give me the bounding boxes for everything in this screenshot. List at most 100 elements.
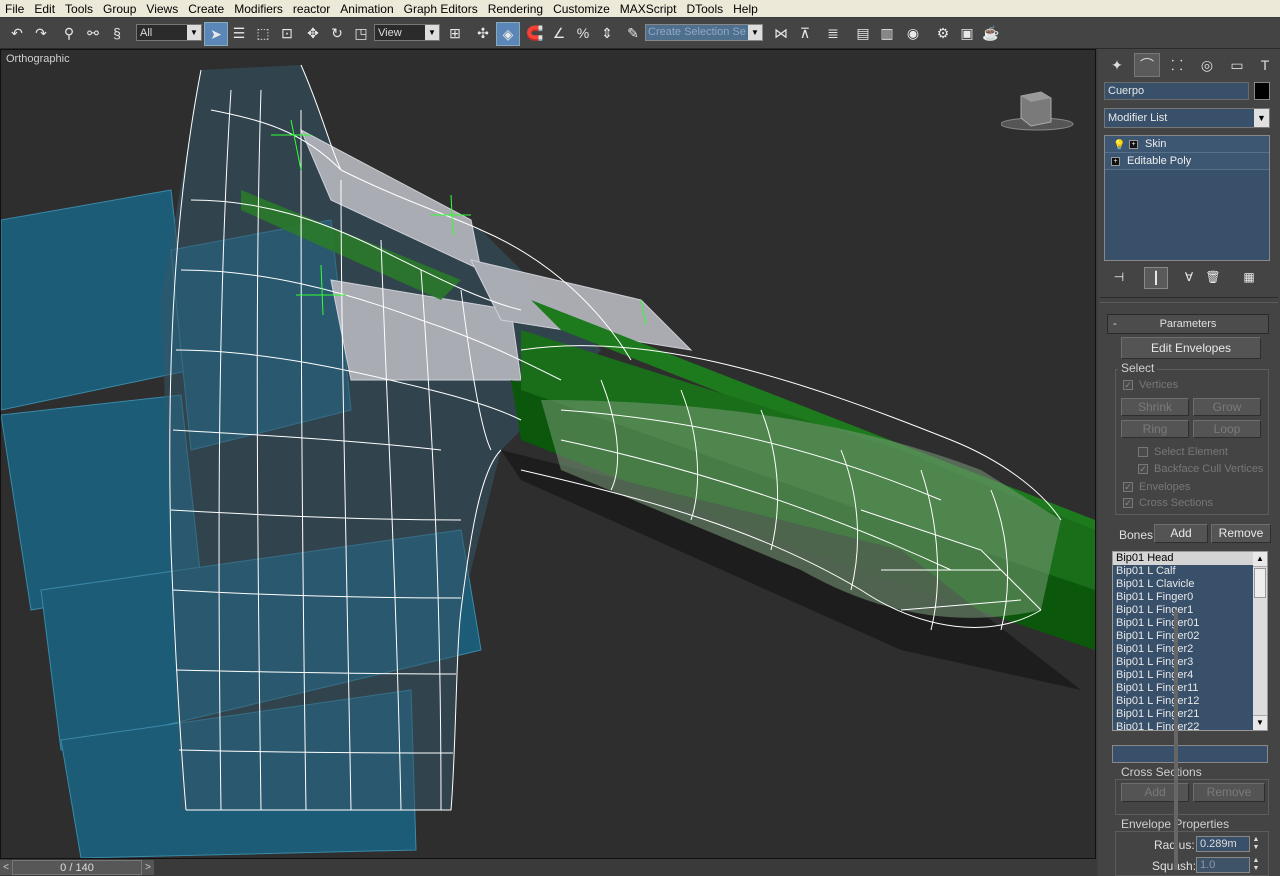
select-link-icon[interactable]: ⚲ [58, 22, 80, 44]
redo-icon[interactable]: ↷ [30, 22, 52, 44]
parameters-rollout-header[interactable]: - Parameters [1107, 314, 1269, 334]
menu-animation[interactable]: Animation [335, 2, 398, 16]
object-name-field[interactable]: Cuerpo [1104, 82, 1249, 100]
edit-named-selection-icon[interactable]: ✎ [622, 22, 644, 44]
cross-section-remove-button[interactable]: Remove [1193, 783, 1265, 802]
motion-tab-icon[interactable]: ◎ [1194, 53, 1220, 77]
select-by-name-icon[interactable]: ☰ [228, 22, 250, 44]
ref-coord-dropdown[interactable]: View ▼ [374, 24, 440, 41]
modify-tab-icon[interactable]: ⌒ [1134, 53, 1160, 77]
scale-icon[interactable]: ◳ [350, 22, 372, 44]
list-item[interactable]: Bip01 L Finger21 [1113, 708, 1267, 721]
menu-maxscript[interactable]: MAXScript [615, 2, 682, 16]
show-end-result-icon[interactable]: ┃ [1144, 267, 1168, 289]
select-element-checkbox[interactable] [1138, 447, 1148, 457]
backface-cull-checkbox[interactable]: ✓ [1138, 464, 1148, 474]
loop-button[interactable]: Loop [1193, 420, 1261, 438]
spinner-arrows-icon[interactable]: ▲ ▼ [1251, 857, 1261, 873]
utilities-tab-icon[interactable]: T [1252, 53, 1278, 77]
cross-sections-checkbox[interactable]: ✓ [1123, 498, 1133, 508]
undo-icon[interactable]: ↶ [6, 22, 28, 44]
create-tab-icon[interactable]: ✦ [1104, 53, 1130, 77]
list-item[interactable]: Bip01 L Calf [1113, 565, 1267, 578]
render-frame-window-icon[interactable]: ▣ [956, 22, 978, 44]
layer-manager-icon[interactable]: ≣ [822, 22, 844, 44]
keyboard-shortcut-override-icon[interactable]: ◈ [496, 22, 520, 46]
scroll-thumb[interactable] [1254, 568, 1266, 598]
configure-modifier-sets-icon[interactable]: ▦ [1238, 267, 1260, 287]
rect-selection-region-icon[interactable]: ⬚ [252, 22, 274, 44]
menu-file[interactable]: File [0, 2, 29, 16]
select-object-icon[interactable]: ➤ [204, 22, 228, 46]
remove-modifier-icon[interactable]: 🗑 [1202, 267, 1224, 287]
named-selection-input[interactable]: Create Selection Se ▼ [645, 24, 763, 41]
expand-icon[interactable]: + [1111, 157, 1120, 166]
modifier-list-dropdown[interactable]: Modifier List ▼ [1104, 108, 1270, 128]
selection-filter-dropdown[interactable]: All ▼ [136, 24, 202, 41]
list-item[interactable]: Bip01 L Finger22 [1113, 721, 1267, 730]
menu-dtools[interactable]: DTools [681, 2, 728, 16]
time-slider-thumb[interactable]: 0 / 140 [12, 860, 142, 875]
curve-editor-icon[interactable]: ▤ [852, 22, 874, 44]
angle-snap-icon[interactable]: ∠ [548, 22, 570, 44]
menu-create[interactable]: Create [183, 2, 229, 16]
percent-snap-icon[interactable]: % [572, 22, 594, 44]
mirror-icon[interactable]: ⋈ [770, 22, 792, 44]
rotate-icon[interactable]: ↻ [326, 22, 348, 44]
unlink-icon[interactable]: ⚯ [82, 22, 104, 44]
menu-rendering[interactable]: Rendering [483, 2, 548, 16]
make-unique-icon[interactable]: ∀ [1178, 267, 1200, 287]
pin-stack-icon[interactable]: ⊣ [1108, 267, 1130, 287]
scroll-up-icon[interactable]: ▲ [1253, 552, 1267, 567]
quick-render-icon[interactable]: ☕ [980, 22, 1002, 44]
stack-item-skin[interactable]: 💡 + Skin [1105, 136, 1269, 153]
list-item[interactable]: Bip01 L Finger1 [1113, 604, 1267, 617]
hierarchy-tab-icon[interactable]: ⸬ [1164, 53, 1190, 77]
list-item[interactable]: Bip01 L Finger4 [1113, 669, 1267, 682]
grow-button[interactable]: Grow [1193, 398, 1261, 416]
menu-tools[interactable]: Tools [60, 2, 98, 16]
menu-help[interactable]: Help [728, 2, 763, 16]
panel-scrollbar[interactable] [1174, 610, 1178, 870]
material-editor-icon[interactable]: ◉ [902, 22, 924, 44]
squash-spinner[interactable]: 1.0 [1196, 857, 1250, 873]
spinner-arrows-icon[interactable]: ▲ ▼ [1251, 836, 1261, 852]
menu-edit[interactable]: Edit [29, 2, 60, 16]
time-prev-button[interactable]: < [0, 860, 12, 875]
add-bone-button[interactable]: Add [1154, 524, 1208, 543]
vertices-checkbox[interactable]: ✓ [1123, 380, 1133, 390]
edit-envelopes-button[interactable]: Edit Envelopes [1121, 337, 1261, 359]
render-setup-icon[interactable]: ⚙ [932, 22, 954, 44]
scroll-down-icon[interactable]: ▼ [1253, 715, 1267, 730]
menu-reactor[interactable]: reactor [288, 2, 335, 16]
menu-customize[interactable]: Customize [548, 2, 615, 16]
shrink-button[interactable]: Shrink [1121, 398, 1189, 416]
list-item[interactable]: Bip01 L Finger02 [1113, 630, 1267, 643]
viewport-label[interactable]: Orthographic [6, 53, 70, 65]
lightbulb-icon[interactable]: 💡 [1113, 138, 1125, 154]
list-item[interactable]: Bip01 L Finger0 [1113, 591, 1267, 604]
bind-space-warp-icon[interactable]: § [106, 22, 128, 44]
display-tab-icon[interactable]: ▭ [1224, 53, 1250, 77]
ring-button[interactable]: Ring [1121, 420, 1189, 438]
menu-graph-editors[interactable]: Graph Editors [399, 2, 483, 16]
manipulate-icon[interactable]: ✣ [472, 22, 494, 44]
bones-list[interactable]: Bip01 Head Bip01 L Calf Bip01 L Clavicle… [1112, 551, 1268, 731]
cross-section-add-button[interactable]: Add [1121, 783, 1189, 802]
list-item[interactable]: Bip01 L Clavicle [1113, 578, 1267, 591]
bones-list-scrollbar[interactable]: ▲ ▼ [1253, 552, 1267, 730]
bone-name-field[interactable] [1112, 745, 1268, 763]
menu-group[interactable]: Group [98, 2, 141, 16]
list-item[interactable]: Bip01 L Finger2 [1113, 643, 1267, 656]
snap-toggle-icon[interactable]: 🧲 [524, 22, 546, 44]
list-item[interactable]: Bip01 Head [1113, 552, 1267, 565]
schematic-view-icon[interactable]: ▥ [876, 22, 898, 44]
radius-spinner[interactable]: 0.289m [1196, 836, 1250, 852]
list-item[interactable]: Bip01 L Finger11 [1113, 682, 1267, 695]
time-next-button[interactable]: > [142, 860, 154, 875]
stack-item-editable-poly[interactable]: + Editable Poly [1105, 153, 1269, 170]
viewcube-icon[interactable] [1001, 88, 1081, 138]
spinner-snap-icon[interactable]: ⇕ [596, 22, 618, 44]
window-crossing-icon[interactable]: ⊡ [276, 22, 298, 44]
viewport-orthographic[interactable]: Orthographic [0, 49, 1096, 859]
